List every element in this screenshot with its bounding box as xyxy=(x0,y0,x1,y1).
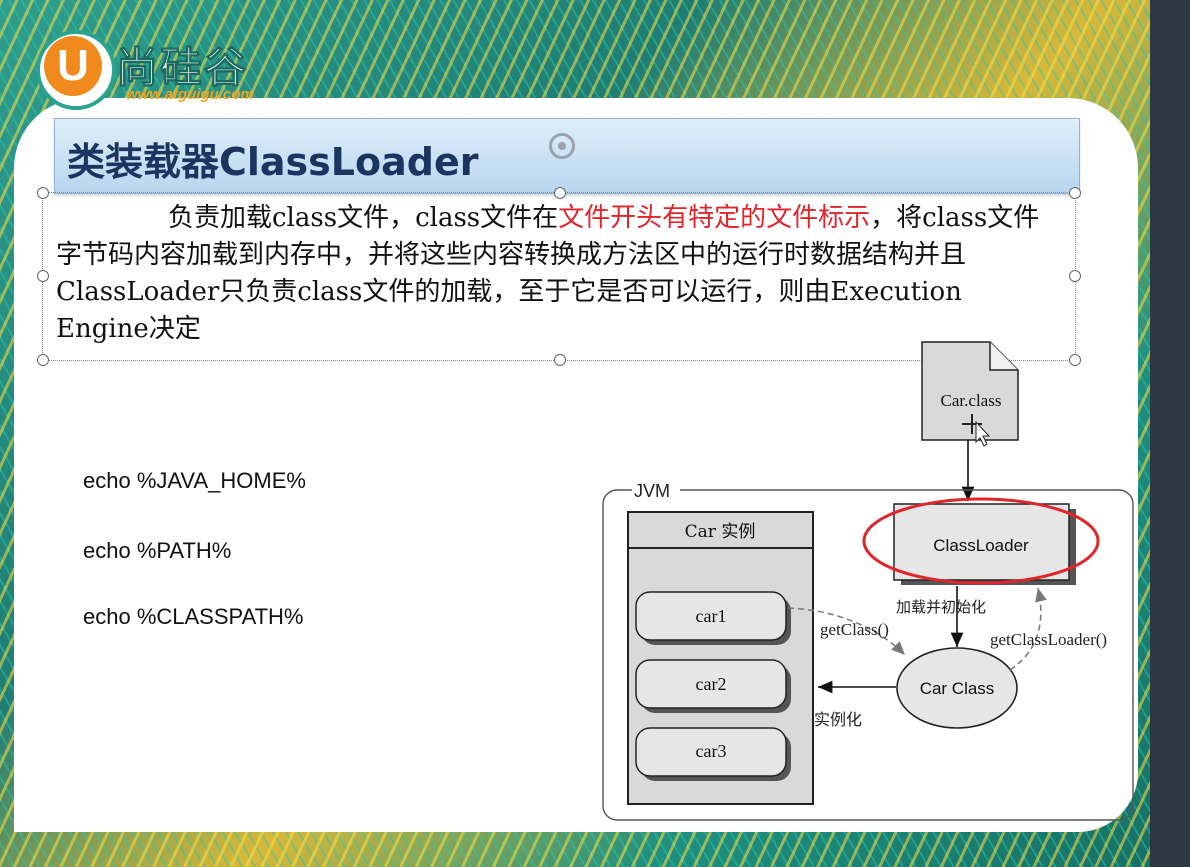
resize-handle[interactable] xyxy=(554,187,566,199)
logo-letter: U xyxy=(44,36,102,96)
window-edge xyxy=(1150,0,1190,867)
classloader-label: ClassLoader xyxy=(933,536,1029,555)
instance-label: car1 xyxy=(696,606,727,626)
classloader-diagram: Car.class JVM Car 实例 car1 car2 car3 Clas… xyxy=(602,341,1134,821)
instance-header: Car 实例 xyxy=(685,522,756,542)
getclassloader-label: getClassLoader() xyxy=(990,630,1107,649)
command-java-home: echo %JAVA_HOME% xyxy=(83,468,306,493)
load-init-label: 加载并初始化 xyxy=(896,598,986,616)
instance-label: car2 xyxy=(696,674,727,694)
logo-url: www.atguigu.com xyxy=(126,86,254,103)
command-classpath: echo %CLASSPATH% xyxy=(83,604,304,629)
file-label: Car.class xyxy=(941,391,1002,410)
resize-handle[interactable] xyxy=(1069,270,1081,282)
paragraph-text: 负责加载class文件，class文件在 xyxy=(168,203,559,233)
resize-handle[interactable] xyxy=(37,354,49,366)
getclass-label: getClass() xyxy=(820,620,889,639)
jvm-label: JVM xyxy=(634,481,670,501)
instantiate-label: 实例化 xyxy=(814,710,862,729)
car-class-label: Car Class xyxy=(920,679,995,698)
rotate-handle-icon[interactable] xyxy=(549,133,575,159)
resize-handle[interactable] xyxy=(37,270,49,282)
resize-handle[interactable] xyxy=(1069,187,1081,199)
command-path: echo %PATH% xyxy=(83,538,232,563)
getclassloader-arrow xyxy=(1009,587,1047,671)
highlight-text: 文件开头有特定的文件标示 xyxy=(558,203,871,233)
description-paragraph: 负责加载class文件，class文件在文件开头有特定的文件标示，将class文… xyxy=(56,200,1056,348)
resize-handle[interactable] xyxy=(554,354,566,366)
slide-title: 类装载器ClassLoader xyxy=(67,140,479,184)
atguigu-logo: U 尚硅谷 www.atguigu.com xyxy=(36,30,306,110)
title-box[interactable]: 类装载器ClassLoader xyxy=(54,118,1080,194)
instance-label: car3 xyxy=(696,741,727,761)
resize-handle[interactable] xyxy=(37,187,49,199)
